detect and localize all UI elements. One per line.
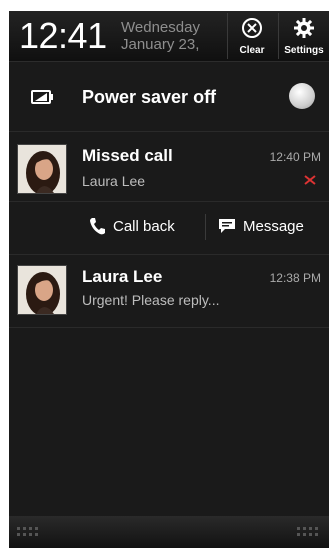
missed-call-icon	[304, 175, 316, 185]
date-display: Wednesday January 23,	[121, 19, 200, 53]
clear-icon	[242, 18, 262, 38]
settings-button[interactable]: Settings	[279, 14, 329, 58]
avatar	[17, 265, 67, 315]
clock: 12:41	[19, 15, 107, 56]
missed-call-actions: Call back Message	[9, 201, 329, 255]
phone-icon	[90, 218, 105, 235]
battery-saver-icon	[31, 90, 53, 104]
power-saver-row[interactable]: Power saver off	[9, 61, 329, 132]
settings-label: Settings	[284, 45, 324, 56]
notification-subtitle: Laura Lee	[82, 173, 146, 189]
message-notification[interactable]: Laura Lee Urgent! Please reply... 12:38 …	[9, 254, 329, 326]
day-label: Wednesday	[121, 19, 200, 36]
power-saver-label: Power saver off	[82, 87, 217, 107]
call-back-label: Call back	[113, 218, 175, 235]
notification-title: Laura Lee	[82, 267, 163, 286]
avatar	[17, 144, 67, 194]
status-header: 12:41 Wednesday January 23, Clear Settin…	[9, 11, 329, 62]
date-label: January 23,	[121, 36, 200, 53]
message-preview: Urgent! Please reply...	[82, 292, 220, 308]
contact-photo	[18, 145, 66, 193]
notification-panel: 12:41 Wednesday January 23, Clear Settin…	[9, 11, 329, 548]
message-icon	[219, 219, 235, 233]
call-back-button[interactable]: Call back	[9, 202, 205, 254]
missed-call-notification[interactable]: Missed call Laura Lee 12:40 PM	[9, 132, 329, 200]
message-label: Message	[243, 218, 304, 235]
clear-label: Clear	[239, 45, 265, 56]
notification-time: 12:40 PM	[269, 150, 321, 164]
gear-icon	[294, 18, 314, 38]
panel-drag-handle[interactable]	[9, 516, 329, 548]
message-button[interactable]: Message	[206, 202, 329, 254]
divider	[9, 327, 329, 328]
notification-title: Missed call	[82, 146, 173, 165]
notification-time: 12:38 PM	[269, 271, 321, 285]
clear-button[interactable]: Clear	[227, 14, 277, 58]
power-saver-toggle[interactable]	[289, 83, 315, 109]
contact-photo	[18, 266, 66, 314]
